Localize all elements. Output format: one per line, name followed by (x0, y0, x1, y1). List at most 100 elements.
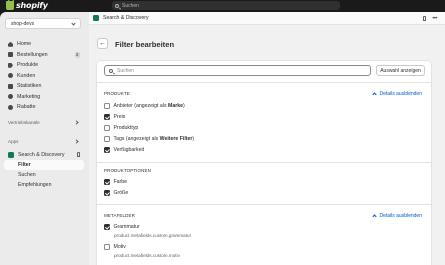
subitem-label: Suchen (18, 172, 36, 178)
filter-option-availability[interactable]: Verfügbarkeit (104, 147, 144, 153)
option-label: Farbe (113, 179, 128, 185)
checkbox[interactable] (104, 136, 110, 142)
checkbox-checked[interactable] (104, 224, 110, 230)
chart-icon (8, 83, 13, 89)
hide-details-label: Details ausblenden (379, 213, 422, 219)
sidebar-subitem-search[interactable]: Suchen (4, 170, 84, 180)
checkbox[interactable] (104, 103, 110, 109)
main-nav: Home Bestellungen 2 Produkte Kunden Stat… (4, 39, 84, 113)
store-name: shop-devs (11, 20, 35, 27)
person-icon (8, 73, 13, 79)
app-title: Search & Discovery (103, 15, 149, 21)
app-label: Search & Discovery (18, 152, 65, 158)
option-label: Grammatur (113, 224, 140, 230)
filter-option-size[interactable]: Größe (104, 190, 128, 196)
metafield-key: product.metafields.custom.motiv (114, 253, 180, 258)
logo-text: shopify (16, 1, 48, 10)
sidebar-item-label: Produkte (17, 62, 39, 69)
sidebar-item-label: Kunden (17, 72, 36, 79)
pin-icon[interactable] (423, 16, 427, 21)
global-search-placeholder: Suchen (122, 2, 139, 9)
chevron-right-icon (74, 120, 79, 125)
divider (97, 204, 431, 205)
sidebar-item-label: Rabatte (17, 104, 36, 111)
filter-option-color[interactable]: Farbe (104, 179, 127, 185)
store-selector[interactable]: shop-devs (5, 18, 81, 29)
apps-label: Apps (8, 139, 19, 144)
search-discovery-app-icon (8, 152, 14, 158)
sidebar-item-label: Bestellungen (17, 51, 48, 58)
checkbox-checked[interactable] (104, 147, 110, 153)
filter-card: Suchen Auswahl anzeigen PRODUKTE Details… (97, 61, 431, 265)
chevron-down-icon (71, 21, 76, 26)
home-icon (8, 41, 13, 47)
tag-icon (8, 62, 13, 68)
top-bar: shopify Suchen (0, 0, 445, 12)
filter-search-placeholder: Suchen (117, 67, 134, 74)
discount-icon (8, 104, 13, 110)
option-label: Verfügbarkeit (113, 147, 145, 153)
sidebar-item-customers[interactable]: Kunden (4, 71, 84, 82)
app-title-bar: Search & Discovery ••• (89, 12, 445, 25)
sidebar-subitem-filter[interactable]: Filter (4, 160, 84, 170)
back-button[interactable]: ← (97, 38, 108, 49)
hide-details-metafields-link[interactable]: Details ausblenden (372, 213, 422, 219)
checkbox-checked[interactable] (104, 114, 110, 120)
sidebar-item-products[interactable]: Produkte (4, 60, 84, 71)
sidebar-item-marketing[interactable]: Marketing (4, 92, 84, 103)
option-label: Produkttyp (113, 125, 139, 131)
target-icon (8, 94, 13, 100)
sidebar-item-label: Statistiken (17, 83, 42, 90)
shopify-logo[interactable]: shopify (6, 0, 48, 10)
metafield-key: product.metafields.custom.grammatur (114, 233, 192, 238)
sidebar-item-orders[interactable]: Bestellungen 2 (4, 50, 84, 61)
sidebar-item-home[interactable]: Home (4, 39, 84, 50)
hide-details-products-link[interactable]: Details ausblenden (372, 91, 422, 97)
apps-section[interactable]: Apps (8, 139, 79, 144)
checkbox[interactable] (104, 244, 110, 250)
orders-count-badge: 2 (74, 51, 80, 58)
sales-channels-label: Vertriebskanäle (8, 120, 40, 125)
option-label: Größe (113, 190, 129, 196)
option-label: Preis (113, 114, 126, 120)
app-title-actions: ••• (423, 16, 437, 22)
filter-search-input[interactable]: Suchen (104, 65, 371, 76)
divider (97, 162, 431, 163)
hide-details-label: Details ausblenden (379, 91, 422, 97)
pin-icon[interactable] (77, 152, 80, 157)
global-search-input[interactable]: Suchen (112, 1, 340, 10)
section-title-metafields: METAFELDER (104, 213, 135, 218)
option-label: Motiv (113, 244, 126, 250)
sidebar-item-analytics[interactable]: Statistiken (4, 81, 84, 92)
sales-channels-section[interactable]: Vertriebskanäle (8, 120, 79, 125)
filter-option-product-type[interactable]: Produkttyp (104, 125, 138, 131)
show-selection-button[interactable]: Auswahl anzeigen (376, 65, 425, 76)
sidebar-item-discounts[interactable]: Rabatte (4, 102, 84, 113)
search-icon (115, 3, 119, 8)
arrow-left-icon: ← (99, 40, 106, 47)
sidebar-subitem-recommendations[interactable]: Empfehlungen (4, 180, 84, 190)
sidebar-item-search-discovery[interactable]: Search & Discovery (4, 150, 84, 160)
checkbox-checked[interactable] (104, 190, 110, 196)
checkbox-checked[interactable] (104, 179, 110, 185)
subitem-label: Empfehlungen (18, 182, 52, 188)
filter-option-price[interactable]: Preis (104, 114, 125, 120)
filter-option-motiv[interactable]: Motiv (104, 244, 126, 250)
filter-option-grammatur[interactable]: Grammatur (104, 224, 140, 230)
sidebar: shop-devs Home Bestellungen 2 Produkte K… (0, 12, 89, 265)
sidebar-item-label: Home (17, 41, 32, 48)
search-discovery-app-icon (93, 15, 99, 21)
page-title: Filter bearbeiten (115, 40, 175, 49)
filter-option-tags[interactable]: Tags (angezeigt als Weitere Filter) (104, 136, 194, 142)
checkbox[interactable] (104, 125, 110, 131)
chevron-right-icon (74, 139, 79, 144)
orders-icon (8, 52, 13, 58)
chevron-up-icon (372, 92, 378, 97)
more-actions-icon[interactable]: ••• (432, 16, 437, 22)
chevron-up-icon (372, 214, 378, 219)
subitem-label: Filter (18, 162, 31, 168)
main-content: Search & Discovery ••• ← Filter bearbeit… (89, 12, 445, 265)
option-label: Anbieter (angezeigt als Marke) (113, 103, 185, 109)
filter-option-vendor[interactable]: Anbieter (angezeigt als Marke) (104, 103, 185, 109)
section-title-products: PRODUKTE (104, 91, 130, 96)
